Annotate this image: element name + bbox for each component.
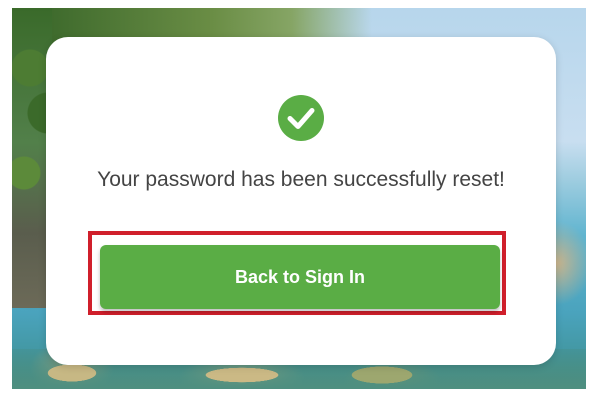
check-circle-icon [278,95,324,141]
success-message: Your password has been successfully rese… [97,168,505,191]
back-to-sign-in-button[interactable]: Back to Sign In [100,245,500,309]
password-reset-card: Your password has been successfully rese… [46,37,556,365]
